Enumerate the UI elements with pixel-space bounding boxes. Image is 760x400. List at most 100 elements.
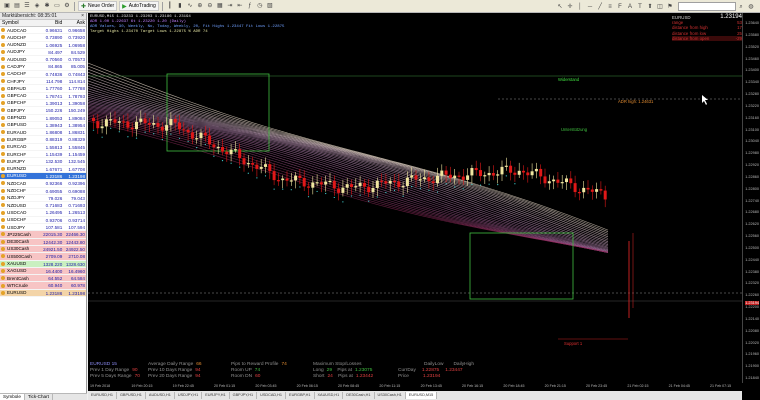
market-watch-row[interactable]: CHFJPY 114.798 114.814 (0, 78, 86, 86)
line-chart-icon[interactable]: ∿ (186, 2, 194, 10)
chart-tab[interactable]: EURUSD,M15 (405, 392, 438, 399)
market-watch-row[interactable]: AUDCAD 0.96631 0.96658 (0, 27, 86, 35)
market-watch-row[interactable]: NZDJPY 79.026 79.043 (0, 195, 86, 203)
data-window-icon[interactable]: ◈ (33, 2, 41, 10)
community-icon[interactable]: ◍ (747, 3, 755, 11)
market-watch-row[interactable]: NZDCAD 0.92366 0.92396 (0, 180, 86, 188)
arrow-tool-icon[interactable]: ⬆ (646, 3, 654, 11)
autoscroll-icon[interactable]: ⇥ (226, 2, 234, 10)
column-header-symbol[interactable]: Symbol (0, 20, 41, 26)
tile-windows-icon[interactable]: ▦ (216, 2, 224, 10)
new-chart-icon[interactable]: ▣ (3, 2, 11, 10)
market-watch-icon[interactable]: ☰ (23, 2, 31, 10)
chart-tab[interactable]: EURUSD,H1 (88, 392, 117, 399)
label-tool-icon[interactable]: T (636, 3, 644, 11)
market-watch-row[interactable]: NZDCHF 0.69055 0.69088 (0, 188, 86, 195)
trendline-icon[interactable]: ╱ (596, 3, 604, 11)
market-watch-row[interactable]: GBPCAD 1.78741 1.78793 (0, 93, 86, 100)
fibonacci-icon[interactable]: F (616, 3, 624, 11)
channel-icon[interactable]: ≡ (606, 3, 614, 11)
market-watch-row[interactable]: GBPUSD 1.38943 1.38954 (0, 122, 86, 130)
terminal-icon[interactable]: ▭ (53, 2, 61, 10)
market-watch-row[interactable]: JP225Cash 22015.30 22466.30 (0, 231, 86, 239)
market-watch-row[interactable]: EURCAD 1.55813 1.55845 (0, 144, 86, 152)
market-watch-row[interactable]: GBPCHF 1.39013 1.39058 (0, 100, 86, 108)
column-header-ask[interactable]: Ask (63, 20, 86, 26)
alert-icon[interactable]: ⚑ (666, 3, 674, 11)
profiles-icon[interactable]: ▤ (13, 2, 21, 10)
crosshair-icon[interactable]: ✛ (566, 3, 574, 11)
m1-period-icon[interactable]: ◫ (656, 3, 664, 11)
market-watch-row[interactable]: AUDUSD 0.70560 0.70573 (0, 56, 86, 64)
market-watch-row[interactable]: GBPJPY 150.226 150.249 (0, 107, 86, 115)
market-watch-row[interactable]: EURUSD 1.23186 1.23198 (0, 172, 86, 181)
market-watch-row[interactable]: AUDJPY 84.497 84.529 (0, 49, 86, 57)
market-watch-row[interactable]: EURUSD 1.23186 1.23198 (0, 289, 86, 297)
chart-tab[interactable]: EURGBP,H1 (286, 392, 315, 399)
market-watch-row[interactable]: US500Cash 2709.09 2710.08 (0, 253, 86, 261)
candle-body (599, 189, 603, 191)
market-watch-row[interactable]: US30Cash 24921.50 24922.50 (0, 245, 86, 254)
bar-chart-icon[interactable]: ┃ (166, 2, 174, 10)
search-input[interactable] (678, 2, 736, 11)
chart-tab[interactable]: USDJPY,H1 (175, 392, 203, 399)
chart-shift-icon[interactable]: ⇤ (236, 2, 244, 10)
trail-dot (325, 192, 327, 195)
price-axis[interactable]: 1.23640 1.23580 1.23520 1.23460 1.23400 1.233… (742, 13, 760, 383)
zoom-in-icon[interactable]: ⊕ (196, 2, 204, 10)
zoom-out-icon[interactable]: ⊖ (206, 2, 214, 10)
market-watch-row[interactable]: USDCAD 1.26495 1.26513 (0, 209, 86, 217)
market-watch-row[interactable]: CADCHF 0.74836 0.74843 (0, 71, 86, 79)
market-watch-row[interactable]: EURJPY 132.530 132.545 (0, 158, 86, 166)
templates-icon[interactable]: ▧ (266, 2, 274, 10)
vertical-line-icon[interactable]: │ (576, 3, 584, 11)
search-icon[interactable]: ⌕ (737, 3, 745, 11)
cursor-icon[interactable]: ↖ (556, 3, 564, 11)
market-watch-row[interactable]: GBPNZD 1.89053 1.89084 (0, 115, 86, 122)
horizontal-line-icon[interactable]: ─ (586, 3, 594, 11)
symbol-status-icon (1, 86, 5, 91)
market-watch-row[interactable]: XAUUSD 1328.220 1328.630 (0, 260, 86, 268)
market-watch-row[interactable]: EURAUD 1.86808 1.86831 (0, 129, 86, 137)
tab-tick-chart[interactable]: Tick-Chart (25, 394, 53, 400)
periods-icon[interactable]: ◷ (256, 2, 264, 10)
market-watch-row[interactable]: XAGUSD 16.4400 16.4960 (0, 267, 86, 276)
time-axis[interactable]: 19 Feb 2018 19 Feb 20:15 19 Feb 22:45 20 Fe… (88, 383, 742, 391)
chart-tab[interactable]: USDCAD,H1 (257, 392, 287, 399)
chart-window[interactable]: EURUSD,M15 1.23233 1.23203 1.23186 1.231… (88, 13, 760, 400)
market-watch-row[interactable]: EURNZD 1.67671 1.67708 (0, 166, 86, 173)
indicators-icon[interactable]: ƒ (246, 2, 254, 10)
candlestick-icon[interactable]: ▮ (176, 2, 184, 10)
chart-tab[interactable]: GBPJPY,H1 (230, 392, 258, 399)
chart-tab[interactable]: US30Cash,H1 (375, 392, 406, 399)
text-tool-icon[interactable]: A (626, 3, 634, 11)
tab-symbols[interactable]: Symbole (0, 394, 25, 400)
market-watch-row[interactable]: CADJPY 84.865 85.005 (0, 63, 86, 71)
market-watch-row[interactable]: AUDCHF 0.73890 0.73920 (0, 34, 86, 42)
market-watch-row[interactable]: BrentCash 64.552 64.584 (0, 275, 86, 283)
tester-icon[interactable]: ⚙ (63, 2, 71, 10)
navigator-icon[interactable]: ✱ (43, 2, 51, 10)
market-watch-row[interactable]: USDCHF 0.93706 0.93714 (0, 217, 86, 225)
chart-tab[interactable]: AUDUSD,H1 (146, 392, 175, 399)
market-watch-row[interactable]: EURCHF 1.15439 1.15459 (0, 151, 86, 159)
market-watch-row[interactable]: DE30Cash 12442.30 12443.80 (0, 238, 86, 246)
market-watch-row[interactable]: USDJPY 107.581 107.594 (0, 224, 86, 232)
new-order-button[interactable]: ✚ Neue Order (78, 1, 118, 11)
chart-tab[interactable]: GBPUSD,H1 (117, 392, 146, 399)
price-chart[interactable] (88, 13, 760, 400)
auto-trading-button[interactable]: ▶ AutoTrading (119, 1, 159, 11)
chart-tab[interactable]: XAUUSD,H1 (315, 392, 344, 399)
chart-tab[interactable]: DE30Cash,H1 (343, 392, 375, 399)
close-icon[interactable]: × (81, 13, 84, 20)
market-watch-row[interactable]: WTICrude 60.940 60.978 (0, 282, 86, 290)
market-watch-row[interactable]: NZDUSD 0.71683 0.71693 (0, 202, 86, 210)
column-header-bid[interactable]: Bid (41, 20, 64, 26)
market-watch-row[interactable]: AUDNZD 1.06925 1.06958 (0, 42, 86, 49)
symbol-cell: AUDJPY (0, 49, 41, 55)
candle-body (259, 166, 263, 169)
chart-tab[interactable]: EURJPY,H1 (202, 392, 230, 399)
bid-cell: 2709.09 (45, 254, 63, 260)
market-watch-row[interactable]: EURGBP 0.88319 0.88329 (0, 136, 86, 144)
market-watch-row[interactable]: GBPAUD 1.77760 1.77788 (0, 85, 86, 93)
